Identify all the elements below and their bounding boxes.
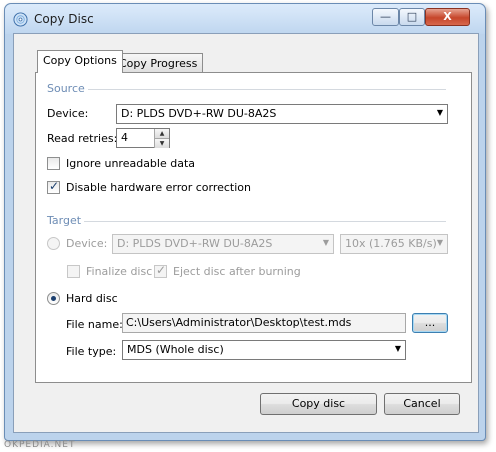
watermark-text: OKPEDIA.NET [4, 440, 76, 450]
disable-hw-correction-label[interactable]: Disable hardware error correction [66, 181, 251, 194]
finalize-disc-checkbox[interactable] [67, 265, 80, 278]
ignore-unreadable-label[interactable]: Ignore unreadable data [66, 157, 195, 170]
ignore-unreadable-checkbox[interactable] [47, 157, 60, 170]
read-retries-stepper[interactable]: 4 ▲ ▼ [116, 128, 170, 148]
chevron-down-icon: ▼ [436, 108, 443, 117]
finalize-disc-label: Finalize disc [86, 265, 153, 278]
target-device-value: D: PLDS DVD+-RW DU-8A2S [117, 237, 273, 250]
title-bar[interactable]: Copy Disc — □ X [5, 4, 485, 34]
hard-disc-radio[interactable] [47, 292, 60, 305]
window-title: Copy Disc [34, 12, 94, 26]
source-device-label: Device: [47, 107, 89, 120]
eject-disc-checkbox[interactable] [154, 263, 167, 278]
cancel-button[interactable]: Cancel [384, 393, 460, 415]
tab-copy-progress[interactable]: Copy Progress [113, 53, 204, 73]
target-divider [84, 221, 446, 222]
source-divider [88, 89, 446, 90]
write-speed-select[interactable]: 10x (1.765 KB/s) ▼ [340, 234, 448, 254]
copy-disc-button[interactable]: Copy disc [260, 393, 377, 415]
source-group-label: Source [47, 82, 85, 95]
write-speed-value: 10x (1.765 KB/s) [345, 237, 437, 250]
tab-copy-options[interactable]: Copy Options [37, 50, 123, 73]
read-retries-label: Read retries: [47, 132, 118, 145]
chevron-down-icon[interactable]: ▼ [154, 138, 169, 148]
chevron-down-icon: ▼ [394, 344, 401, 353]
file-type-select[interactable]: MDS (Whole disc) ▼ [122, 340, 406, 360]
maximize-button[interactable]: □ [399, 8, 425, 26]
chevron-up-icon[interactable]: ▲ [154, 129, 169, 138]
target-device-select[interactable]: D: PLDS DVD+-RW DU-8A2S ▼ [112, 234, 334, 254]
file-name-label: File name: [66, 318, 123, 331]
disable-hw-correction-checkbox[interactable] [47, 179, 60, 194]
target-device-radio[interactable] [47, 237, 60, 250]
file-name-value: C:\Users\Administrator\Desktop\test.mds [126, 316, 352, 329]
chevron-down-icon: ▼ [322, 238, 329, 247]
read-retries-value: 4 [121, 131, 128, 144]
browse-button[interactable]: ... [412, 313, 448, 333]
eject-disc-label: Eject disc after burning [173, 265, 301, 278]
source-device-value: D: PLDS DVD+-RW DU-8A2S [121, 107, 277, 120]
hard-disc-label[interactable]: Hard disc [66, 292, 118, 305]
maximize-icon: □ [406, 10, 418, 23]
close-button[interactable]: X [425, 8, 470, 26]
file-type-value: MDS (Whole disc) [127, 343, 224, 356]
file-name-field[interactable]: C:\Users\Administrator\Desktop\test.mds [122, 313, 406, 333]
target-group-label: Target [47, 214, 82, 227]
minimize-icon: — [380, 10, 391, 23]
source-device-select[interactable]: D: PLDS DVD+-RW DU-8A2S ▼ [116, 104, 448, 124]
close-icon: X [443, 10, 452, 23]
minimize-button[interactable]: — [372, 8, 399, 26]
chevron-down-icon: ▼ [436, 238, 443, 247]
disc-icon [13, 12, 28, 27]
target-device-label: Device: [66, 237, 108, 250]
file-type-label: File type: [66, 345, 117, 358]
